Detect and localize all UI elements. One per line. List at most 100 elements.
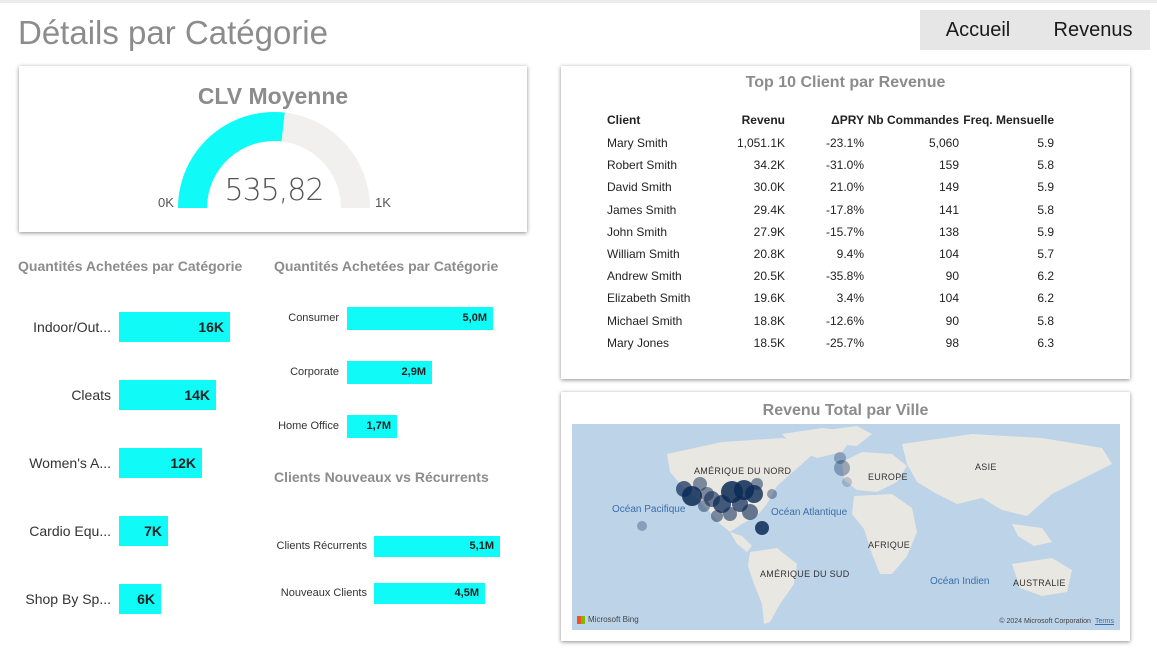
cell-delta-pry: -25.7%	[825, 335, 864, 350]
map-title: Revenu Total par Ville	[762, 402, 929, 419]
cell-freq-mensuelle: 5.9	[1037, 180, 1054, 195]
table-row[interactable]: Mary Jones 18.5K -25.7% 98 6.3	[607, 332, 1054, 354]
categories-label: Indoor/Out...	[33, 319, 111, 335]
map-city-dot[interactable]	[637, 521, 647, 531]
revenue-map[interactable]: AMÉRIQUE DU NORD EUROPE ASIE AFRIQUE AMÉ…	[572, 424, 1120, 630]
label-asia: ASIE	[975, 462, 997, 472]
cell-nb-commandes: 5,060	[928, 136, 959, 151]
col-client[interactable]: Client	[607, 108, 720, 132]
page-title: Détails par Catégorie	[18, 14, 328, 51]
cell-delta-pry: -17.8%	[825, 202, 864, 217]
map-card: Revenu Total par Ville AMÉRIQUE DU NORD	[561, 392, 1130, 641]
cell-nb-commandes: 104	[938, 247, 959, 262]
label-australia: AUSTRALIE	[1013, 578, 1066, 588]
cell-revenu: 27.9K	[753, 224, 785, 239]
map-city-dot[interactable]	[700, 487, 714, 501]
top10-table: Client Revenu ΔPRY Nb Commandes Freq. Me…	[607, 108, 1054, 354]
cell-revenu: 20.5K	[753, 269, 785, 284]
accueil-button[interactable]: Accueil	[920, 10, 1036, 50]
table-header-row: Client Revenu ΔPRY Nb Commandes Freq. Me…	[607, 108, 1054, 132]
clients-title: Clients Nouveaux vs Récurrents	[274, 469, 489, 485]
revenus-button[interactable]: Revenus	[1036, 10, 1150, 50]
cell-nb-commandes: 98	[945, 335, 959, 350]
clients-label: Clients Récurrents	[276, 540, 367, 552]
label-north-america: AMÉRIQUE DU NORD	[694, 466, 792, 476]
cell-nb-commandes: 149	[938, 180, 959, 195]
table-row[interactable]: Elizabeth Smith 19.6K 3.4% 104 6.2	[607, 287, 1054, 309]
table-row[interactable]: Mary Smith 1,051.1K -23.1% 5,060 5.9	[607, 132, 1054, 154]
categories-title: Quantités Achetées par Catégorie	[18, 258, 243, 274]
cell-client-name: James Smith	[607, 202, 677, 217]
segments-label: Consumer	[288, 312, 339, 324]
map-city-dot[interactable]	[767, 489, 777, 499]
map-city-dot[interactable]	[723, 507, 737, 521]
clv-value: 535,82	[224, 173, 325, 208]
top-divider	[0, 0, 1157, 3]
categories-label: Shop By Sp...	[25, 591, 111, 607]
table-row[interactable]: Andrew Smith 20.5K -35.8% 90 6.2	[607, 265, 1054, 287]
table-row[interactable]: David Smith 30.0K 21.0% 149 5.9	[607, 176, 1054, 198]
cell-delta-pry: -15.7%	[825, 224, 864, 239]
cell-revenu: 20.8K	[753, 247, 785, 262]
cell-nb-commandes: 90	[945, 269, 959, 284]
categories-bar-value: 14K	[184, 387, 210, 403]
cell-freq-mensuelle: 5.7	[1037, 247, 1054, 262]
terms-link[interactable]: Terms	[1095, 618, 1114, 625]
cell-delta-pry: -23.1%	[825, 136, 864, 151]
table-row[interactable]: John Smith 27.9K -15.7% 138 5.9	[607, 221, 1054, 243]
cell-delta-pry: -31.0%	[825, 158, 864, 173]
cell-revenu: 29.4K	[753, 202, 785, 217]
map-city-dot[interactable]	[842, 477, 852, 487]
cell-revenu: 34.2K	[753, 158, 785, 173]
label-atlantic: Océan Atlantique	[771, 507, 848, 518]
col-nb-commandes[interactable]: Nb Commandes	[864, 108, 959, 132]
cell-freq-mensuelle: 6.2	[1037, 269, 1054, 284]
cell-nb-commandes: 90	[945, 313, 959, 328]
gauge-min-label: 0K	[158, 195, 174, 210]
map-city-dot[interactable]	[751, 478, 763, 490]
cell-delta-pry: 21.0%	[829, 180, 864, 195]
bing-logo: Microsoft Bing	[577, 615, 639, 624]
cell-freq-mensuelle: 5.9	[1037, 136, 1054, 151]
segments-bar-value: 2,9M	[401, 366, 426, 378]
categories-bar-value: 12K	[170, 455, 196, 471]
label-europe: EUROPE	[868, 472, 908, 482]
cell-freq-mensuelle: 5.8	[1037, 313, 1054, 328]
cell-freq-mensuelle: 5.9	[1037, 224, 1054, 239]
cell-nb-commandes: 141	[938, 202, 959, 217]
table-row[interactable]: William Smith 20.8K 9.4% 104 5.7	[607, 243, 1054, 265]
map-city-dot[interactable]	[755, 521, 769, 535]
label-south-america: AMÉRIQUE DU SUD	[760, 569, 850, 579]
cell-client-name: David Smith	[607, 180, 672, 195]
cell-nb-commandes: 104	[938, 291, 959, 306]
map-city-dot[interactable]	[742, 504, 758, 520]
cell-revenu: 18.5K	[753, 335, 785, 350]
microsoft-logo-icon	[577, 615, 585, 624]
col-delta-pry[interactable]: ΔPRY	[785, 108, 864, 132]
cell-nb-commandes: 138	[938, 224, 959, 239]
cell-client-name: Mary Jones	[607, 335, 670, 350]
categories-label: Cleats	[71, 387, 111, 403]
map-city-dot[interactable]	[834, 452, 846, 464]
label-pacific: Océan Pacifique	[612, 504, 686, 515]
categories-bar-value: 16K	[198, 319, 224, 335]
gauge-max-label: 1K	[375, 195, 391, 210]
col-freq-mensuelle[interactable]: Freq. Mensuelle	[959, 108, 1054, 132]
table-row[interactable]: James Smith 29.4K -17.8% 141 5.8	[607, 199, 1054, 221]
table-row[interactable]: Michael Smith 18.8K -12.6% 90 5.8	[607, 310, 1054, 332]
label-indian: Océan Indien	[930, 576, 990, 587]
col-revenu[interactable]: Revenu	[720, 108, 785, 132]
cell-client-name: Robert Smith	[607, 158, 678, 173]
cell-nb-commandes: 159	[938, 158, 959, 173]
cell-client-name: Mary Smith	[607, 136, 668, 151]
cell-revenu: 19.6K	[753, 291, 785, 306]
map-city-dot[interactable]	[698, 500, 710, 512]
map-city-dot[interactable]	[711, 510, 723, 522]
clv-title: CLV Moyenne	[197, 83, 349, 109]
map-city-dot[interactable]	[676, 481, 692, 497]
cell-client-name: Elizabeth Smith	[607, 291, 691, 306]
categories-bar-value: 7K	[144, 523, 162, 539]
cell-delta-pry: 3.4%	[836, 291, 864, 306]
map-copyright: © 2024 Microsoft Corporation Terms	[999, 618, 1114, 625]
table-row[interactable]: Robert Smith 34.2K -31.0% 159 5.8	[607, 154, 1054, 176]
